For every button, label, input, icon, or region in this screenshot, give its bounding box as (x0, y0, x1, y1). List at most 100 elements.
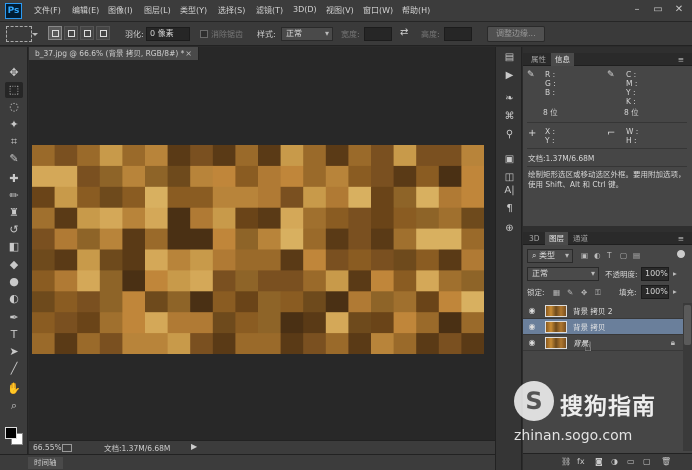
brush-panel-icon[interactable]: ⌘ (502, 110, 517, 124)
tab-info[interactable]: 信息 (551, 53, 574, 66)
menu-edit[interactable]: 编辑(E) (72, 5, 99, 16)
lock-transparent-icon[interactable]: ▦ (553, 288, 560, 297)
opacity-slider-arrow-icon[interactable]: ▸ (673, 269, 677, 278)
lasso-tool-icon[interactable]: ◌ (5, 99, 23, 115)
menu-image[interactable]: 图像(I) (108, 5, 133, 16)
history-brush-tool-icon[interactable]: ↺ (5, 222, 23, 238)
lock-position-icon[interactable]: ✥ (581, 288, 587, 297)
adjustment-layer-icon[interactable]: ◑ (611, 457, 618, 466)
height-input[interactable] (444, 27, 472, 41)
actions-panel-icon[interactable]: ▶ (502, 69, 517, 83)
close-icon[interactable]: ✕ (672, 3, 686, 17)
close-tab-icon[interactable]: × (185, 47, 192, 60)
layer-style-icon[interactable]: fx (577, 457, 585, 466)
layer-row[interactable]: ◉ 背景 🔒︎ (523, 335, 683, 351)
zoom-level[interactable]: 66.55% (33, 443, 62, 452)
menu-layer[interactable]: 图层(L) (144, 5, 171, 16)
blend-mode-select[interactable]: 正常 (527, 267, 599, 281)
filter-shape-icon[interactable]: ▢ (620, 251, 627, 260)
swap-icon[interactable]: ⇄ (400, 27, 408, 38)
filter-adjustment-icon[interactable]: ◐ (594, 251, 601, 260)
zoom-tool-icon[interactable]: ⌕ (5, 398, 23, 414)
blur-tool-icon[interactable]: ● (5, 274, 23, 290)
status-preview-icon[interactable] (62, 444, 72, 452)
subtract-selection-button[interactable] (80, 26, 94, 40)
filter-smart-object-icon[interactable]: ▤ (633, 251, 640, 260)
brush-presets-icon[interactable]: ❧ (502, 92, 517, 106)
layers-scroll-thumb[interactable] (684, 305, 691, 345)
tool-presets-icon[interactable]: ▣ (502, 153, 517, 167)
filter-type-icon[interactable]: T (607, 251, 612, 260)
add-selection-button[interactable] (64, 26, 78, 40)
paint-bucket-tool-icon[interactable]: ◆ (5, 257, 23, 273)
visibility-eye-icon[interactable]: ◉ (527, 306, 537, 316)
healing-brush-tool-icon[interactable]: ✚ (5, 171, 23, 187)
filter-toggle-icon[interactable] (677, 250, 685, 258)
brush-tool-icon[interactable]: ✏ (5, 188, 23, 204)
style-select[interactable]: 正常 (281, 27, 333, 41)
menu-select[interactable]: 选择(S) (218, 5, 245, 16)
intersect-selection-button[interactable] (96, 26, 110, 40)
marquee-tool-icon[interactable]: ⬚ (5, 82, 23, 98)
move-tool-icon[interactable]: ✥ (5, 65, 23, 81)
menu-type[interactable]: 类型(Y) (180, 5, 207, 16)
panel-menu-icon[interactable]: ≡ (674, 232, 688, 245)
feather-input[interactable]: 0 像素 (146, 27, 190, 41)
antialias-checkbox[interactable] (200, 30, 208, 38)
tab-layers[interactable]: 图层 (545, 232, 568, 245)
new-selection-button[interactable] (48, 26, 62, 40)
fill-slider-arrow-icon[interactable]: ▸ (673, 287, 677, 296)
tool-preset-picker[interactable] (6, 26, 38, 42)
menu-file[interactable]: 文件(F) (34, 5, 61, 16)
path-selection-tool-icon[interactable]: ➤ (5, 344, 23, 360)
character-panel-icon[interactable]: A| (502, 184, 517, 198)
foreground-color-swatch[interactable] (5, 427, 17, 439)
type-tool-icon[interactable]: T (5, 327, 23, 343)
menu-window[interactable]: 窗口(W) (363, 5, 393, 16)
image-canvas[interactable] (32, 145, 484, 354)
layer-comps-icon[interactable]: ◫ (502, 171, 517, 185)
new-group-icon[interactable]: ▭ (627, 457, 635, 466)
menu-help[interactable]: 帮助(H) (402, 5, 430, 16)
restore-icon[interactable]: ▭ (651, 3, 665, 17)
refine-edge-button[interactable]: 调整边缘... (487, 26, 545, 42)
panel-menu-icon[interactable]: ≡ (674, 53, 688, 66)
clone-source-icon[interactable]: ⚲ (502, 128, 517, 142)
shape-tool-icon[interactable]: ╱ (5, 361, 23, 377)
layer-filter-select[interactable]: ⌕ 类型 (527, 249, 573, 263)
menu-filter[interactable]: 滤镜(T) (256, 5, 283, 16)
pen-tool-icon[interactable]: ✒ (5, 310, 23, 326)
history-panel-icon[interactable]: ▤ (502, 51, 517, 65)
clone-stamp-tool-icon[interactable]: ♜ (5, 205, 23, 221)
layer-row[interactable]: ◉ 背景 拷贝 (523, 319, 683, 335)
fill-input[interactable]: 100% (641, 285, 669, 299)
glyphs-panel-icon[interactable]: ⊕ (502, 222, 517, 236)
link-layers-icon[interactable]: ⛓ (561, 457, 571, 466)
eyedropper-tool-icon[interactable]: ✎ (5, 151, 23, 167)
crop-tool-icon[interactable]: ⌗ (5, 134, 23, 150)
minimize-icon[interactable]: – (630, 3, 644, 17)
delete-layer-icon[interactable]: 🗑︎ (661, 457, 671, 466)
layer-row[interactable]: ◉ 背景 拷贝 2 (523, 303, 683, 319)
layers-scrollbar[interactable] (683, 303, 692, 451)
tab-channels[interactable]: 通道 (569, 232, 592, 245)
tab-properties[interactable]: 属性 (527, 53, 550, 66)
dodge-tool-icon[interactable]: ◐ (5, 291, 23, 307)
lock-all-icon[interactable]: ⚿ (595, 288, 601, 297)
status-menu-arrow-icon[interactable]: ▶ (191, 442, 197, 451)
paragraph-panel-icon[interactable]: ¶ (502, 202, 517, 216)
menu-3d[interactable]: 3D(D) (293, 5, 317, 14)
layer-mask-icon[interactable]: ◙ (595, 457, 603, 466)
opacity-input[interactable]: 100% (641, 267, 669, 281)
tab-3d[interactable]: 3D (525, 232, 544, 245)
eraser-tool-icon[interactable]: ◧ (5, 239, 23, 255)
width-input[interactable] (364, 27, 392, 41)
timeline-tab[interactable]: 时间轴 (28, 457, 63, 469)
new-layer-icon[interactable]: ▢ (643, 457, 651, 466)
lock-pixels-icon[interactable]: ✎ (567, 288, 573, 297)
magic-wand-tool-icon[interactable]: ✦ (5, 117, 23, 133)
document-tab[interactable]: b_37.jpg @ 66.6% (背景 拷贝, RGB/8#) * × (29, 47, 199, 60)
hand-tool-icon[interactable]: ✋ (5, 381, 23, 397)
visibility-eye-icon[interactable]: ◉ (527, 322, 537, 332)
visibility-eye-icon[interactable]: ◉ (527, 338, 537, 348)
